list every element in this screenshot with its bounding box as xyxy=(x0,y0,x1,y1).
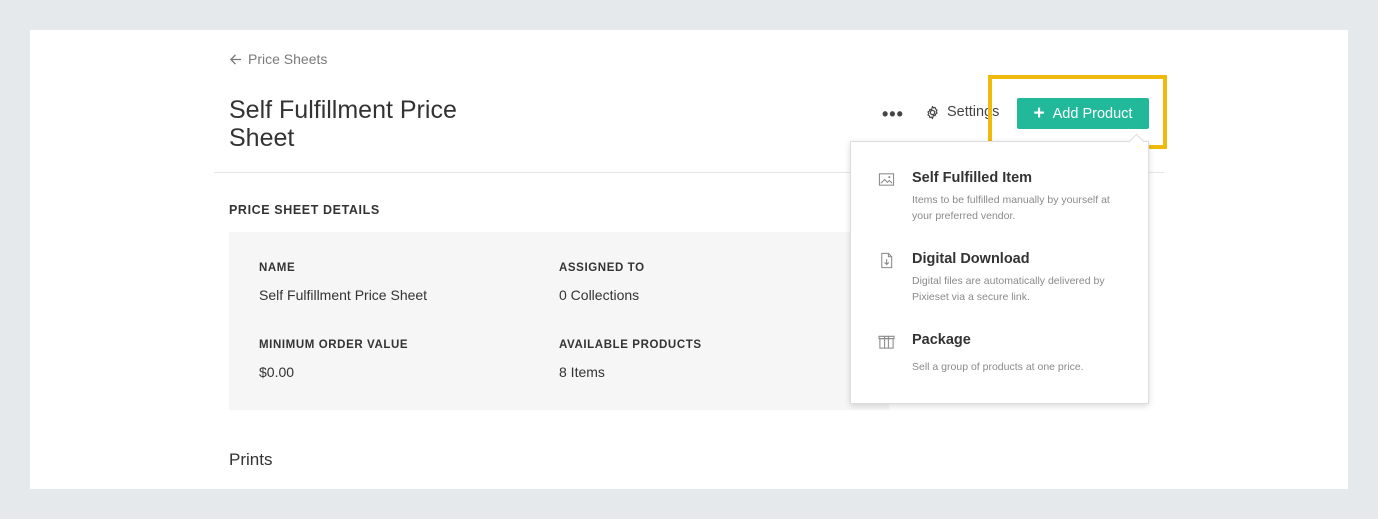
add-product-button[interactable]: + Add Product xyxy=(1017,98,1149,129)
available-products-value: 8 Items xyxy=(559,364,605,380)
gear-icon xyxy=(927,105,938,119)
dropdown-item-title: Digital Download xyxy=(912,251,1030,267)
more-options-button[interactable]: ••• xyxy=(882,104,904,125)
plus-icon: + xyxy=(1033,103,1045,124)
dropdown-item-title: Self Fulfilled Item xyxy=(912,170,1033,186)
name-label: NAME xyxy=(259,262,296,274)
settings-label: Settings xyxy=(947,104,1000,120)
image-icon xyxy=(878,173,895,186)
settings-button[interactable]: Settings xyxy=(925,104,999,120)
back-link[interactable]: Price Sheets xyxy=(229,51,327,67)
back-link-label: Price Sheets xyxy=(248,51,328,67)
section-title-details: PRICE SHEET DETAILS xyxy=(229,203,380,217)
page-title: Self Fulfillment Price Sheet xyxy=(229,96,457,152)
dropdown-item-package[interactable]: Package Sell a group of products at one … xyxy=(851,329,1148,379)
dropdown-item-desc: Digital files are automatically delivere… xyxy=(912,275,1105,303)
gift-box-icon xyxy=(878,335,895,349)
available-products-label: AVAILABLE PRODUCTS xyxy=(559,339,702,351)
dropdown-item-title: Package xyxy=(912,332,971,348)
min-order-value: $0.00 xyxy=(259,364,295,380)
price-sheet-card: Price Sheets Self Fulfillment Price Shee… xyxy=(30,30,1348,489)
assigned-to-value: 0 Collections xyxy=(559,287,640,303)
arrow-left-icon xyxy=(229,53,242,65)
details-panel: NAME Self Fulfillment Price Sheet ASSIGN… xyxy=(229,232,889,410)
dropdown-item-desc: Items to be fulfilled manually by yourse… xyxy=(912,194,1110,222)
dropdown-item-digital-download[interactable]: Digital Download Digital files are autom… xyxy=(851,248,1148,308)
assigned-to-label: ASSIGNED TO xyxy=(559,262,645,274)
dropdown-item-desc: Sell a group of products at one price. xyxy=(912,361,1084,373)
add-product-dropdown: Self Fulfilled Item Items to be fulfille… xyxy=(850,133,1149,404)
dropdown-caret xyxy=(1128,133,1145,150)
name-value: Self Fulfillment Price Sheet xyxy=(259,287,428,303)
section-title-prints: Prints xyxy=(229,450,273,469)
min-order-label: MINIMUM ORDER VALUE xyxy=(259,339,409,351)
dropdown-item-self-fulfilled[interactable]: Self Fulfilled Item Items to be fulfille… xyxy=(851,167,1148,227)
file-download-icon xyxy=(881,252,893,269)
add-product-label: Add Product xyxy=(1052,105,1133,122)
